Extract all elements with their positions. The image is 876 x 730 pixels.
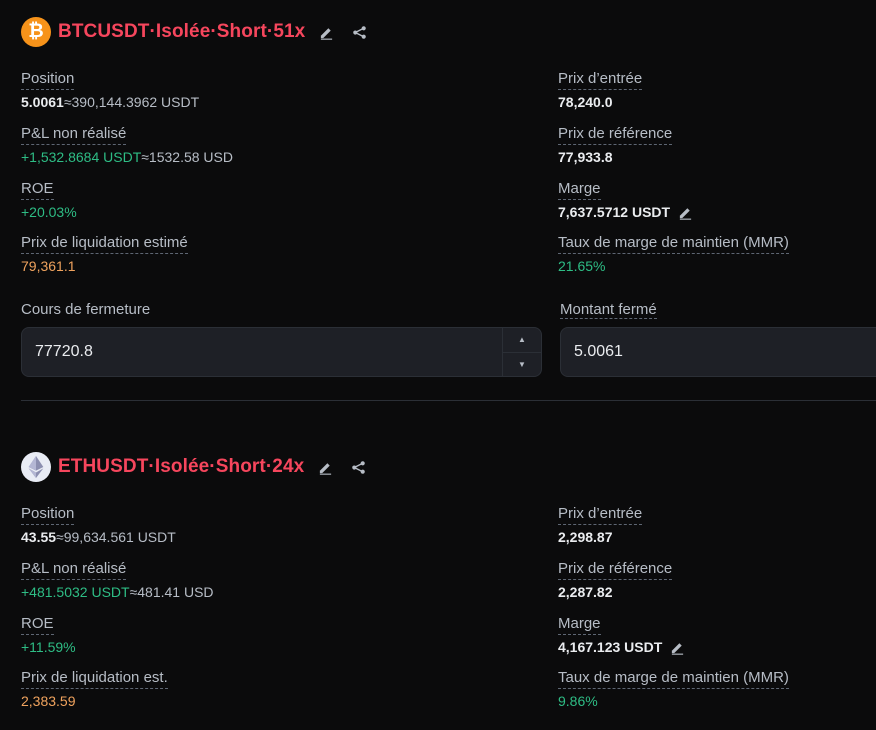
- entry-price-field: Prix d’entrée 78,240.0: [558, 70, 643, 111]
- field-label: Taux de marge de maintien (MMR): [558, 669, 789, 689]
- mmr-value: 9.86%: [558, 693, 598, 709]
- margin-field: Marge 4,167.123 USDT: [558, 615, 685, 656]
- eth-position-header: ETHUSDT·Isolée·Short·24x: [21, 452, 366, 482]
- entry-price-field: Prix d’entrée 2,298.87: [558, 505, 643, 546]
- section-divider: [21, 400, 876, 401]
- roe-field: ROE +11.59%: [21, 615, 76, 656]
- field-label: ROE: [21, 180, 54, 200]
- edit-icon[interactable]: [318, 24, 334, 40]
- edit-margin-icon[interactable]: [678, 205, 693, 220]
- unrealized-pnl-value: +1,532.8684 USDT: [21, 149, 142, 165]
- position-size-value: 5.0061: [21, 94, 64, 110]
- position-title: ETHUSDT·Isolée·Short·24x: [58, 456, 305, 477]
- unrealized-pnl-field: P&L non réalisé +1,532.8684 USDT ≈1532.58…: [21, 125, 233, 166]
- increment-icon[interactable]: ▲: [503, 328, 541, 353]
- field-label: Prix de référence: [558, 125, 673, 145]
- field-label: Prix de liquidation est.: [21, 669, 168, 689]
- roe-field: ROE +20.03%: [21, 180, 77, 221]
- entry-price-value: 78,240.0: [558, 94, 613, 110]
- field-label: Prix de liquidation estimé: [21, 234, 188, 254]
- decrement-icon[interactable]: ▼: [503, 353, 541, 377]
- edit-margin-icon[interactable]: [670, 640, 685, 655]
- field-label: Prix d’entrée: [558, 70, 643, 90]
- field-label: P&L non réalisé: [21, 125, 127, 145]
- close-price-input-box: ▲ ▼: [21, 327, 542, 377]
- position-notional: ≈390,144.3962 USDT: [63, 94, 200, 110]
- btc-position-header: ₿ BTCUSDT·Isolée·Short·51x: [21, 17, 367, 47]
- position-size-field: Position 43.55 ≈99,634.561 USDT: [21, 505, 176, 546]
- liquidation-price-value: 2,383.59: [21, 693, 76, 709]
- position-size-value: 43.55: [21, 529, 57, 545]
- mark-price-field: Prix de référence 2,287.82: [558, 560, 673, 601]
- field-label: Marge: [558, 180, 601, 200]
- unrealized-pnl-usd: ≈481.41 USD: [129, 584, 214, 600]
- field-label: Taux de marge de maintien (MMR): [558, 234, 789, 254]
- bitcoin-icon: ₿: [21, 17, 51, 47]
- entry-price-value: 2,298.87: [558, 529, 613, 545]
- margin-field: Marge 7,637.5712 USDT: [558, 180, 693, 221]
- liquidation-price-value: 79,361.1: [21, 258, 76, 274]
- field-label: ROE: [21, 615, 54, 635]
- mark-price-value: 77,933.8: [558, 149, 613, 165]
- mark-price-value: 2,287.82: [558, 584, 613, 600]
- field-label: Prix de référence: [558, 560, 673, 580]
- close-amount-input[interactable]: [561, 328, 876, 376]
- roe-value: +11.59%: [21, 639, 76, 655]
- field-label: P&L non réalisé: [21, 560, 127, 580]
- mmr-field: Taux de marge de maintien (MMR) 9.86%: [558, 669, 789, 710]
- share-icon[interactable]: [350, 459, 366, 475]
- unrealized-pnl-usd: ≈1532.58 USD: [141, 149, 233, 165]
- close-amount-input-box: [560, 327, 876, 377]
- position-notional: ≈99,634.561 USDT: [56, 529, 176, 545]
- close-price-input[interactable]: [22, 328, 502, 376]
- margin-value: 7,637.5712 USDT: [558, 204, 671, 220]
- close-price-stepper: ▲ ▼: [502, 328, 541, 376]
- unrealized-pnl-field: P&L non réalisé +481.5032 USDT ≈481.41 US…: [21, 560, 214, 601]
- mmr-value: 21.65%: [558, 258, 606, 274]
- close-amount-label: Montant fermé: [560, 301, 657, 319]
- unrealized-pnl-value: +481.5032 USDT: [21, 584, 130, 600]
- mmr-field: Taux de marge de maintien (MMR) 21.65%: [558, 234, 789, 275]
- share-icon[interactable]: [351, 24, 367, 40]
- liquidation-price-field: Prix de liquidation estimé 79,361.1: [21, 234, 188, 275]
- close-price-label: Cours de fermeture: [21, 301, 151, 318]
- field-label: Position: [21, 70, 75, 90]
- field-label: Marge: [558, 615, 601, 635]
- roe-value: +20.03%: [21, 204, 77, 220]
- position-size-field: Position 5.0061 ≈390,144.3962 USDT: [21, 70, 199, 111]
- field-label: Position: [21, 505, 75, 525]
- edit-icon[interactable]: [317, 459, 333, 475]
- mark-price-field: Prix de référence 77,933.8: [558, 125, 673, 166]
- liquidation-price-field: Prix de liquidation est. 2,383.59: [21, 669, 168, 710]
- margin-value: 4,167.123 USDT: [558, 639, 663, 655]
- ethereum-icon: [21, 452, 51, 482]
- field-label: Prix d’entrée: [558, 505, 643, 525]
- position-title: BTCUSDT·Isolée·Short·51x: [58, 21, 306, 42]
